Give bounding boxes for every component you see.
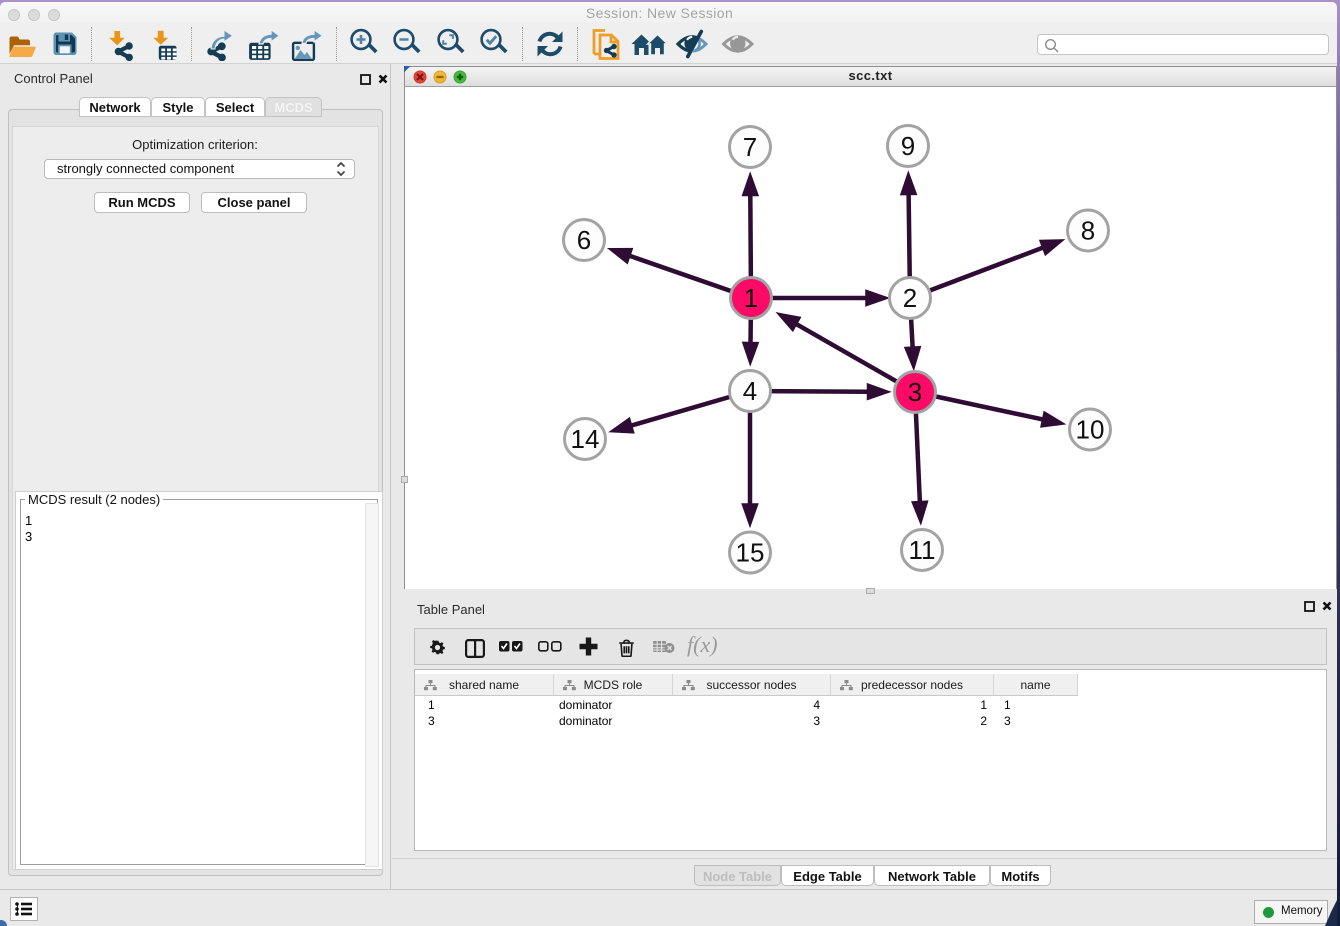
svg-text:6: 6: [577, 225, 591, 255]
svg-text:3: 3: [908, 377, 922, 407]
svg-text:8: 8: [1081, 216, 1095, 246]
svg-text:1: 1: [744, 283, 758, 313]
svg-text:2: 2: [903, 283, 917, 313]
svg-text:11: 11: [909, 535, 936, 565]
svg-text:14: 14: [571, 424, 600, 454]
svg-text:10: 10: [1076, 415, 1105, 445]
svg-text:15: 15: [736, 538, 765, 568]
svg-text:9: 9: [901, 131, 915, 161]
svg-text:7: 7: [743, 132, 757, 162]
svg-text:4: 4: [743, 376, 757, 406]
